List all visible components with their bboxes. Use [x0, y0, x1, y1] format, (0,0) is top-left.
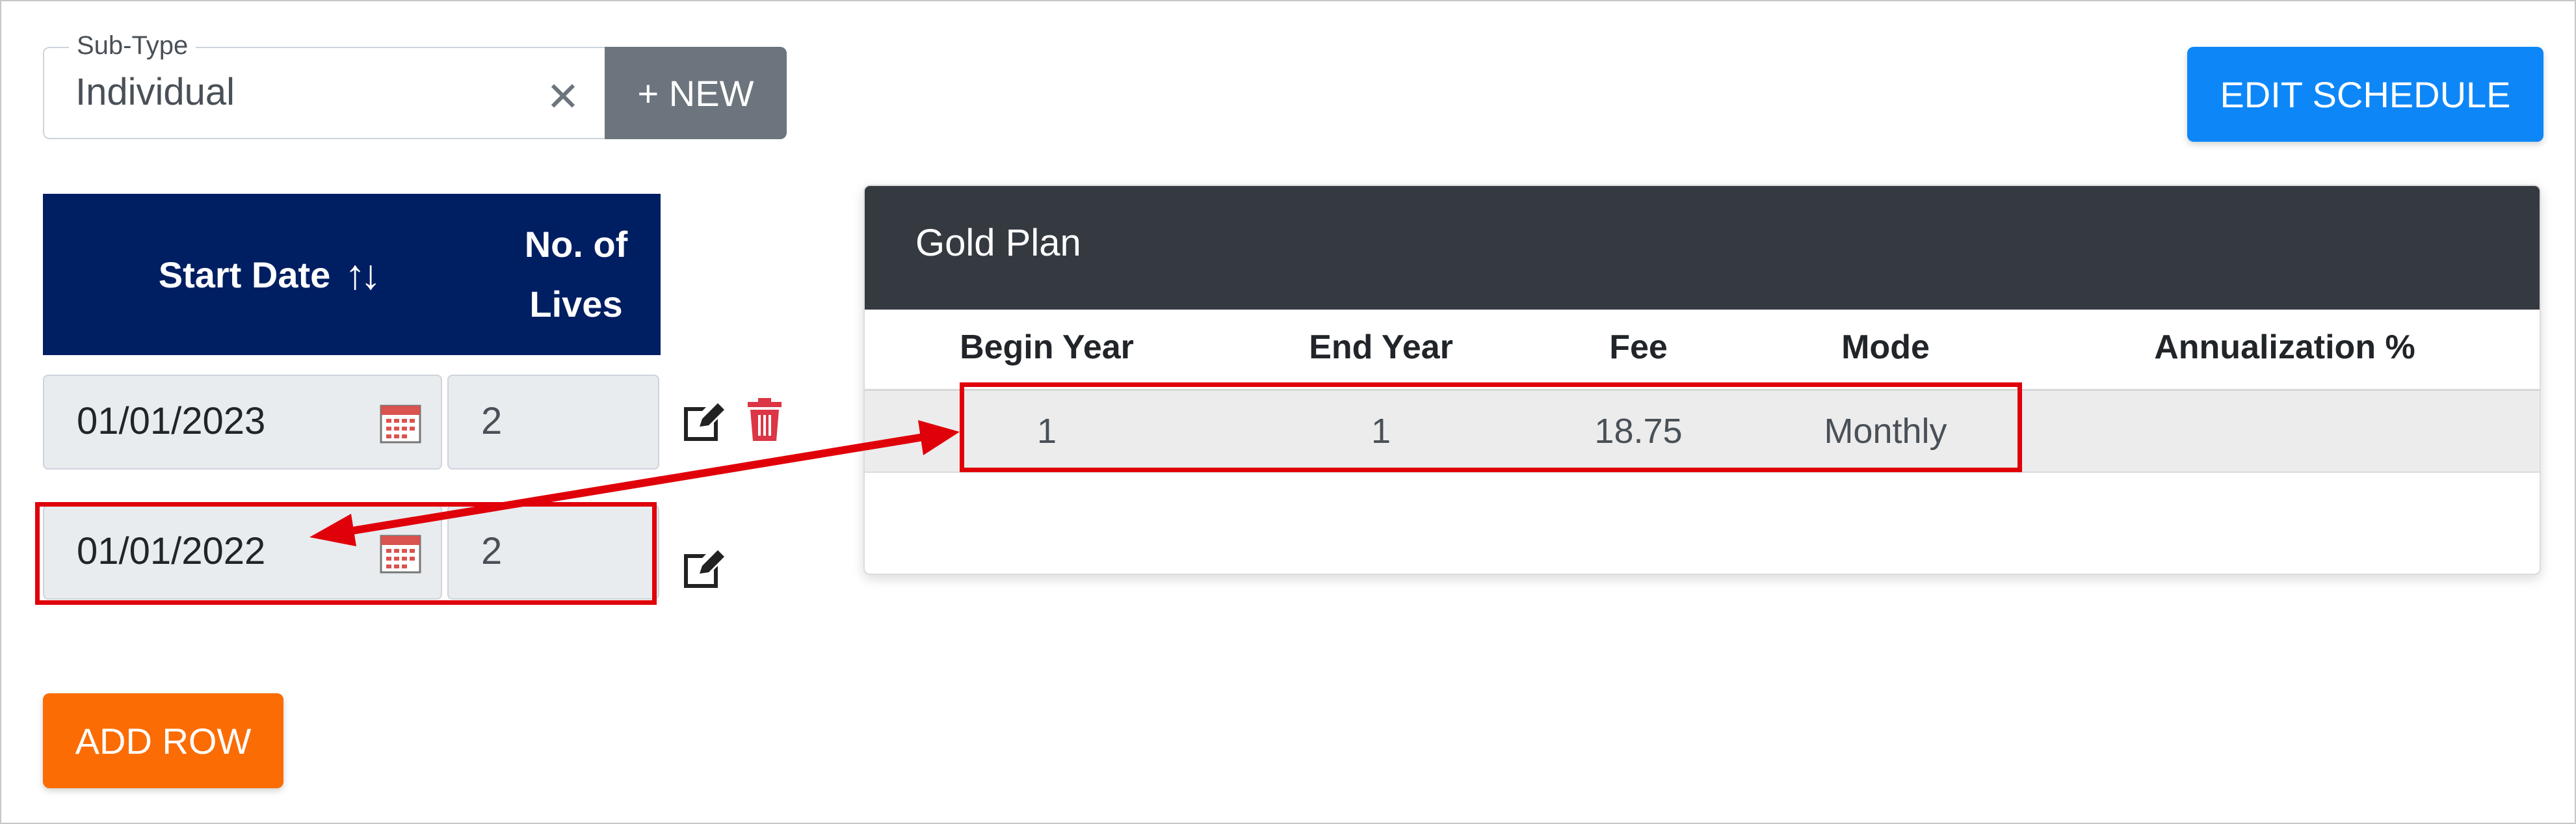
annotation-arrow — [309, 420, 960, 546]
